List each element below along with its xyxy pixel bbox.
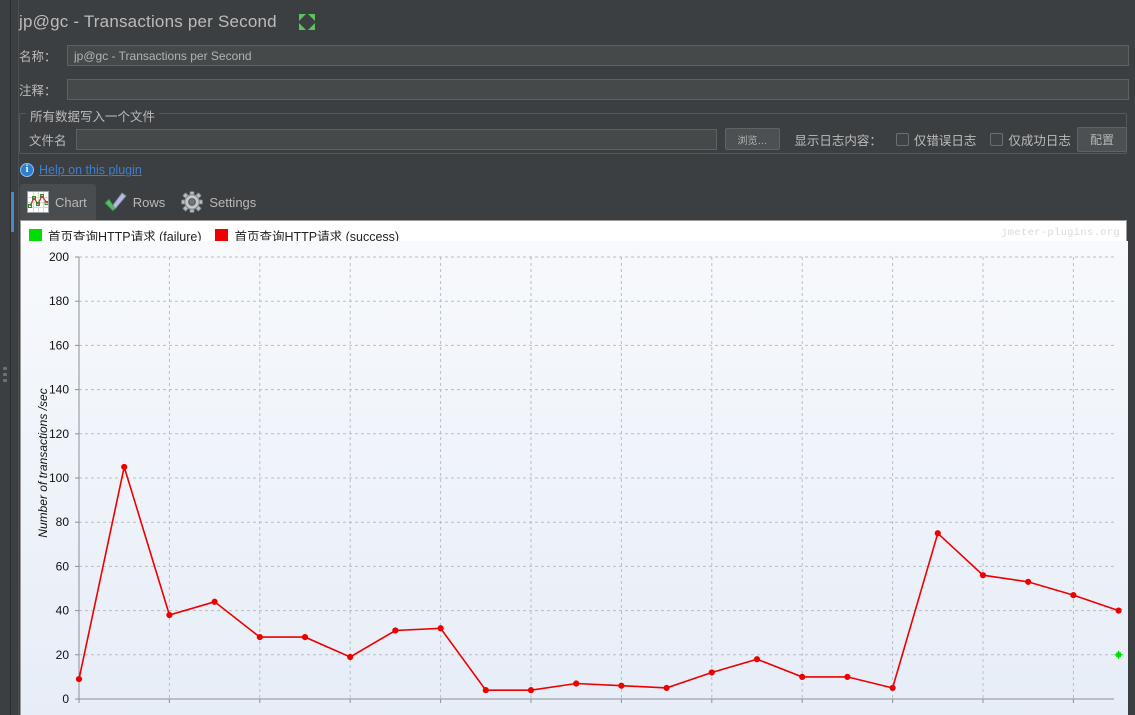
error-log-checkbox[interactable] — [895, 132, 909, 146]
configure-button[interactable]: 配置 — [1076, 126, 1127, 152]
window-title-row: jp@gc - Transactions per Second — [19, 6, 315, 38]
left-splitter-strip[interactable] — [0, 0, 11, 715]
write-all-data-group: 所有数据写入一个文件 文件名 浏览… 显示日志内容： 仅错误日志 仅成功日志 配… — [19, 106, 1127, 154]
comment-label: 注释： — [19, 84, 57, 98]
y-axis-label: Number of transactions /sec — [36, 388, 50, 538]
page-title: jp@gc - Transactions per Second — [19, 12, 277, 31]
svg-text:60: 60 — [56, 559, 70, 573]
browse-button[interactable]: 浏览… — [724, 128, 781, 150]
expand-arrows-icon[interactable] — [298, 14, 315, 30]
svg-text:20: 20 — [56, 648, 70, 662]
left-gutter — [11, 0, 19, 715]
chart-icon — [27, 191, 49, 213]
tab-bar: Chart Rows Settings — [20, 184, 1127, 220]
group-title: 所有数据写入一个文件 — [26, 106, 160, 125]
svg-text:180: 180 — [49, 294, 69, 308]
tab-chart[interactable]: Chart — [20, 184, 96, 220]
tab-chart-label: Chart — [55, 194, 87, 210]
group-content: 文件名 浏览… 显示日志内容： 仅错误日志 仅成功日志 配置 — [19, 126, 1127, 152]
svg-text:160: 160 — [49, 338, 69, 352]
help-link[interactable]: Help on this plugin — [39, 163, 142, 177]
error-log-checkbox-wrap[interactable]: 仅错误日志 — [895, 130, 977, 149]
success-log-checkbox[interactable] — [990, 132, 1004, 146]
tab-rows[interactable]: Rows — [96, 184, 175, 220]
svg-text:40: 40 — [56, 604, 70, 618]
svg-text:140: 140 — [49, 383, 69, 397]
selection-indicator — [11, 192, 14, 232]
log-content-label: 显示日志内容： — [794, 133, 882, 148]
name-row: 名称： — [19, 44, 1129, 67]
check-icon — [103, 191, 127, 213]
chart-panel: 首页查询HTTP请求 (failure) 首页查询HTTP请求 (success… — [20, 220, 1128, 715]
success-log-checkbox-wrap[interactable]: 仅成功日志 — [990, 130, 1071, 149]
name-input[interactable] — [67, 45, 1129, 66]
jmeter-listener-window: jp@gc - Transactions per Second 名称： 注释： … — [0, 0, 1135, 715]
filename-input[interactable] — [75, 128, 717, 150]
error-log-checkbox-label: 仅错误日志 — [913, 133, 977, 148]
svg-text:80: 80 — [56, 515, 70, 529]
info-icon: i — [20, 163, 34, 177]
svg-text:200: 200 — [49, 250, 69, 264]
name-label: 名称： — [19, 50, 57, 64]
svg-text:120: 120 — [49, 427, 69, 441]
gear-icon — [181, 191, 204, 213]
tab-settings[interactable]: Settings — [174, 184, 265, 220]
plot-area: Number of transactions /sec 0 20 40 60 80 100… — [21, 221, 1128, 715]
tab-settings-label: Settings — [209, 194, 257, 210]
success-log-checkbox-label: 仅成功日志 — [1008, 133, 1071, 148]
svg-text:0: 0 — [62, 692, 69, 706]
help-row: i Help on this plugin — [20, 163, 142, 177]
plot-svg: 0 20 40 60 80 100 120 140 160 180 200 — [21, 241, 1128, 715]
svg-text:100: 100 — [49, 471, 69, 485]
comment-input[interactable] — [67, 79, 1129, 100]
filename-label: 文件名 — [29, 133, 67, 148]
comment-row: 注释： — [19, 78, 1129, 101]
tab-rows-label: Rows — [132, 194, 166, 210]
splitter-handle-dots[interactable] — [3, 367, 8, 387]
